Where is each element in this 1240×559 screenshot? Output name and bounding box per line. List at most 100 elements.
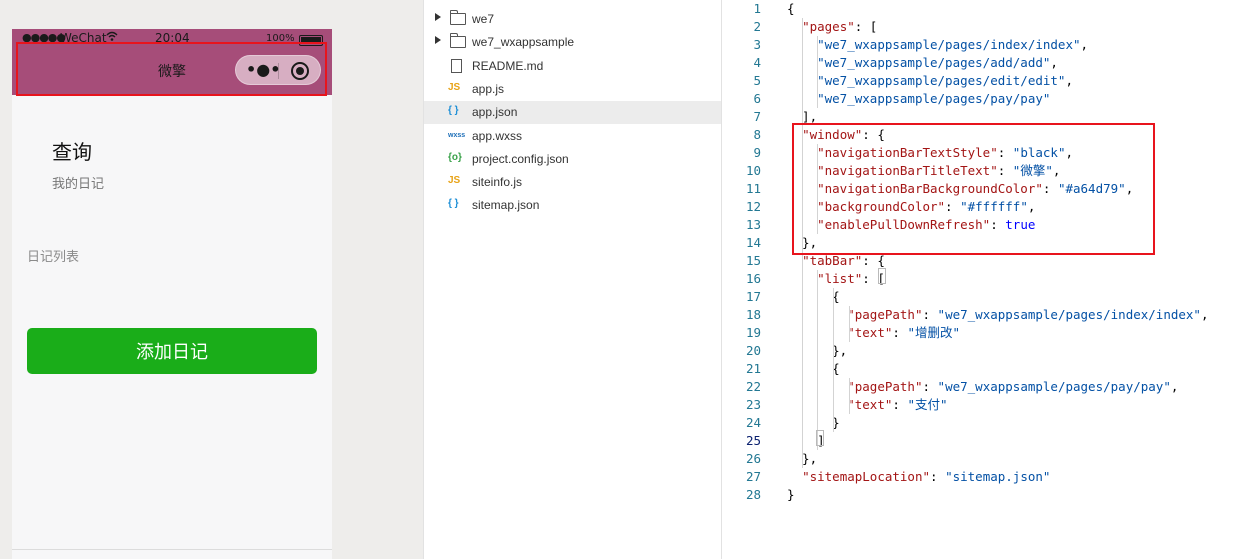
json-icon: { } [448,105,459,117]
folder-icon [450,33,466,49]
page-heading: 查询 [52,140,92,164]
code-text: { [787,289,840,304]
file-tree-label: siteinfo.js [472,175,523,190]
folder-icon [450,10,466,25]
line-number: 9 [753,145,761,160]
code-line: 6 "we7_wxappsample/pages/pay/pay" [722,90,1240,108]
code-text: "text": "支付" [847,397,948,412]
code-line: 23 "text": "支付" [722,396,1240,414]
code-line: 22 "pagePath": "we7_wxappsample/pages/pa… [722,378,1240,396]
code-line: 2 "pages": [ [722,18,1240,36]
code-line: 19 "text": "增删改" [722,324,1240,342]
code-text: "we7_wxappsample/pages/pay/pay" [817,91,1051,106]
file-tree-item[interactable]: we7_wxappsample [424,31,721,54]
file-icon [451,58,462,73]
file-tree-label: we7 [472,12,495,26]
line-number: 10 [745,163,761,178]
file-tree-item[interactable]: JS app.js [424,78,721,101]
code-line: 1{ [722,0,1240,18]
bracket-match-marker [816,430,824,446]
divider [12,549,332,550]
js-icon: JS [448,175,461,187]
expand-arrow-icon[interactable] [435,36,441,45]
code-text: "we7_wxappsample/pages/add/add", [817,55,1058,70]
line-number: 20 [745,343,761,358]
line-number: 21 [745,361,761,376]
code-text: { [787,361,840,376]
file-tree-label: project.config.json [472,151,569,166]
code-text: "we7_wxappsample/pages/edit/edit", [817,73,1073,88]
file-tree-item[interactable]: JS siteinfo.js [424,171,721,194]
line-number: 25 [745,433,761,448]
line-number: 8 [753,127,761,142]
code-line: 25 ] [722,432,1240,450]
line-number: 16 [745,271,761,286]
line-number: 2 [753,19,761,34]
line-number: 14 [745,235,761,250]
line-number: 4 [753,55,761,70]
code-line: 24 } [722,414,1240,432]
file-tree: we7 we7_wxappsample README.md JS app.js { } ap… [423,0,722,559]
file-tree-item[interactable]: we7 [424,8,721,31]
expand-arrow-icon[interactable] [435,13,441,21]
line-number: 7 [753,109,761,124]
code-text: { [787,1,795,16]
line-number: 6 [753,91,761,106]
file-tree-item[interactable]: README.md [424,55,721,78]
indent-guide [833,288,834,432]
file-tree-item[interactable]: {o} project.config.json [424,148,721,171]
json-icon: { } [448,198,459,210]
page-subheading: 我的日记 [52,177,105,192]
highlight-box-window-config [792,123,1155,255]
file-tree-label: app.js [472,81,505,96]
code-line: 5 "we7_wxappsample/pages/edit/edit", [722,72,1240,90]
line-number: 3 [753,37,761,52]
code-line: 3 "we7_wxappsample/pages/index/index", [722,36,1240,54]
line-number: 24 [745,415,761,430]
code-line: 26 }, [722,450,1240,468]
file-tree-item[interactable]: wxss app.wxss [424,125,721,148]
file-tree-label: we7_wxappsample [472,35,575,50]
js-icon: JS [448,81,461,93]
code-text: } [787,415,840,430]
code-line: 20 }, [722,342,1240,360]
code-line: 27 "sitemapLocation": "sitemap.json" [722,468,1240,486]
line-number: 15 [745,253,761,268]
phone-screen: ●●●●● WeChat 20:04 100% 微擎 •●• 查询 我的日记 日… [12,29,332,559]
code-text: "pages": [ [802,19,878,34]
add-diary-button[interactable]: 添加日记 [27,328,317,374]
wxss-icon: wxss [448,131,466,139]
code-editor[interactable]: 1{2 "pages": [3 "we7_wxappsample/pages/i… [722,0,1240,559]
code-text: "pagePath": "we7_wxappsample/pages/index… [847,307,1209,322]
diary-list-label: 日记列表 [27,250,80,265]
code-line: 17 { [722,288,1240,306]
file-tree-item[interactable]: { } app.json [424,101,721,125]
code-line: 18 "pagePath": "we7_wxappsample/pages/in… [722,306,1240,324]
code-text: "we7_wxappsample/pages/index/index", [817,37,1089,52]
config-json-icon: {o} [448,151,462,163]
file-tree-label: app.json [472,105,518,120]
file-tree-item[interactable]: { } sitemap.json [424,194,721,217]
code-text: "sitemapLocation": "sitemap.json" [802,469,1051,484]
highlight-box-navbar [16,42,327,96]
code-line: 16 "list": [ [722,270,1240,288]
line-number: 5 [753,73,761,88]
code-line: 28} [722,486,1240,504]
file-tree-label: app.wxss [472,128,523,143]
indent-guide [849,306,850,342]
line-number: 18 [745,307,761,322]
indent-guide [849,378,850,414]
line-number: 22 [745,379,761,394]
code-line: 4 "we7_wxappsample/pages/add/add", [722,54,1240,72]
indent-guide [817,36,818,108]
line-number: 13 [745,217,761,232]
line-number: 1 [753,1,761,16]
file-tree-label: sitemap.json [472,198,540,213]
file-tree-label: README.md [472,58,544,73]
indent-guide [817,270,818,450]
code-text: } [787,487,795,502]
code-text: "text": "增删改" [847,325,960,340]
line-number: 12 [745,199,761,214]
line-number: 28 [745,487,761,502]
bracket-match-marker [878,268,886,284]
